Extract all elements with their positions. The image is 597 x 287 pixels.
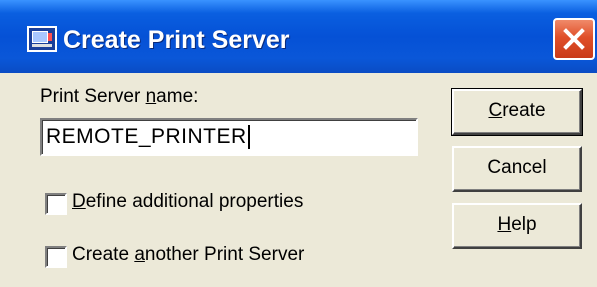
help-button[interactable]: Help: [452, 203, 582, 249]
print-server-name-input[interactable]: REMOTE_PRINTER: [40, 118, 418, 156]
create-button[interactable]: Create: [451, 88, 583, 136]
define-properties-label[interactable]: Define additional properties: [72, 191, 303, 213]
cancel-button[interactable]: Cancel: [452, 146, 582, 192]
print-server-app-icon: [27, 26, 57, 52]
title-bar[interactable]: Create Print Server: [0, 0, 597, 73]
create-another-label[interactable]: Create another Print Server: [72, 244, 304, 266]
close-icon: [563, 28, 585, 50]
text-caret: [247, 125, 250, 150]
print-server-name-label: Print Server name:: [40, 86, 199, 107]
create-print-server-dialog: Create Print Server Print Server name: R…: [0, 0, 597, 287]
create-another-checkbox[interactable]: [45, 246, 67, 268]
define-properties-checkbox[interactable]: [45, 193, 67, 215]
window-title: Create Print Server: [63, 26, 290, 54]
close-button[interactable]: [553, 18, 595, 60]
